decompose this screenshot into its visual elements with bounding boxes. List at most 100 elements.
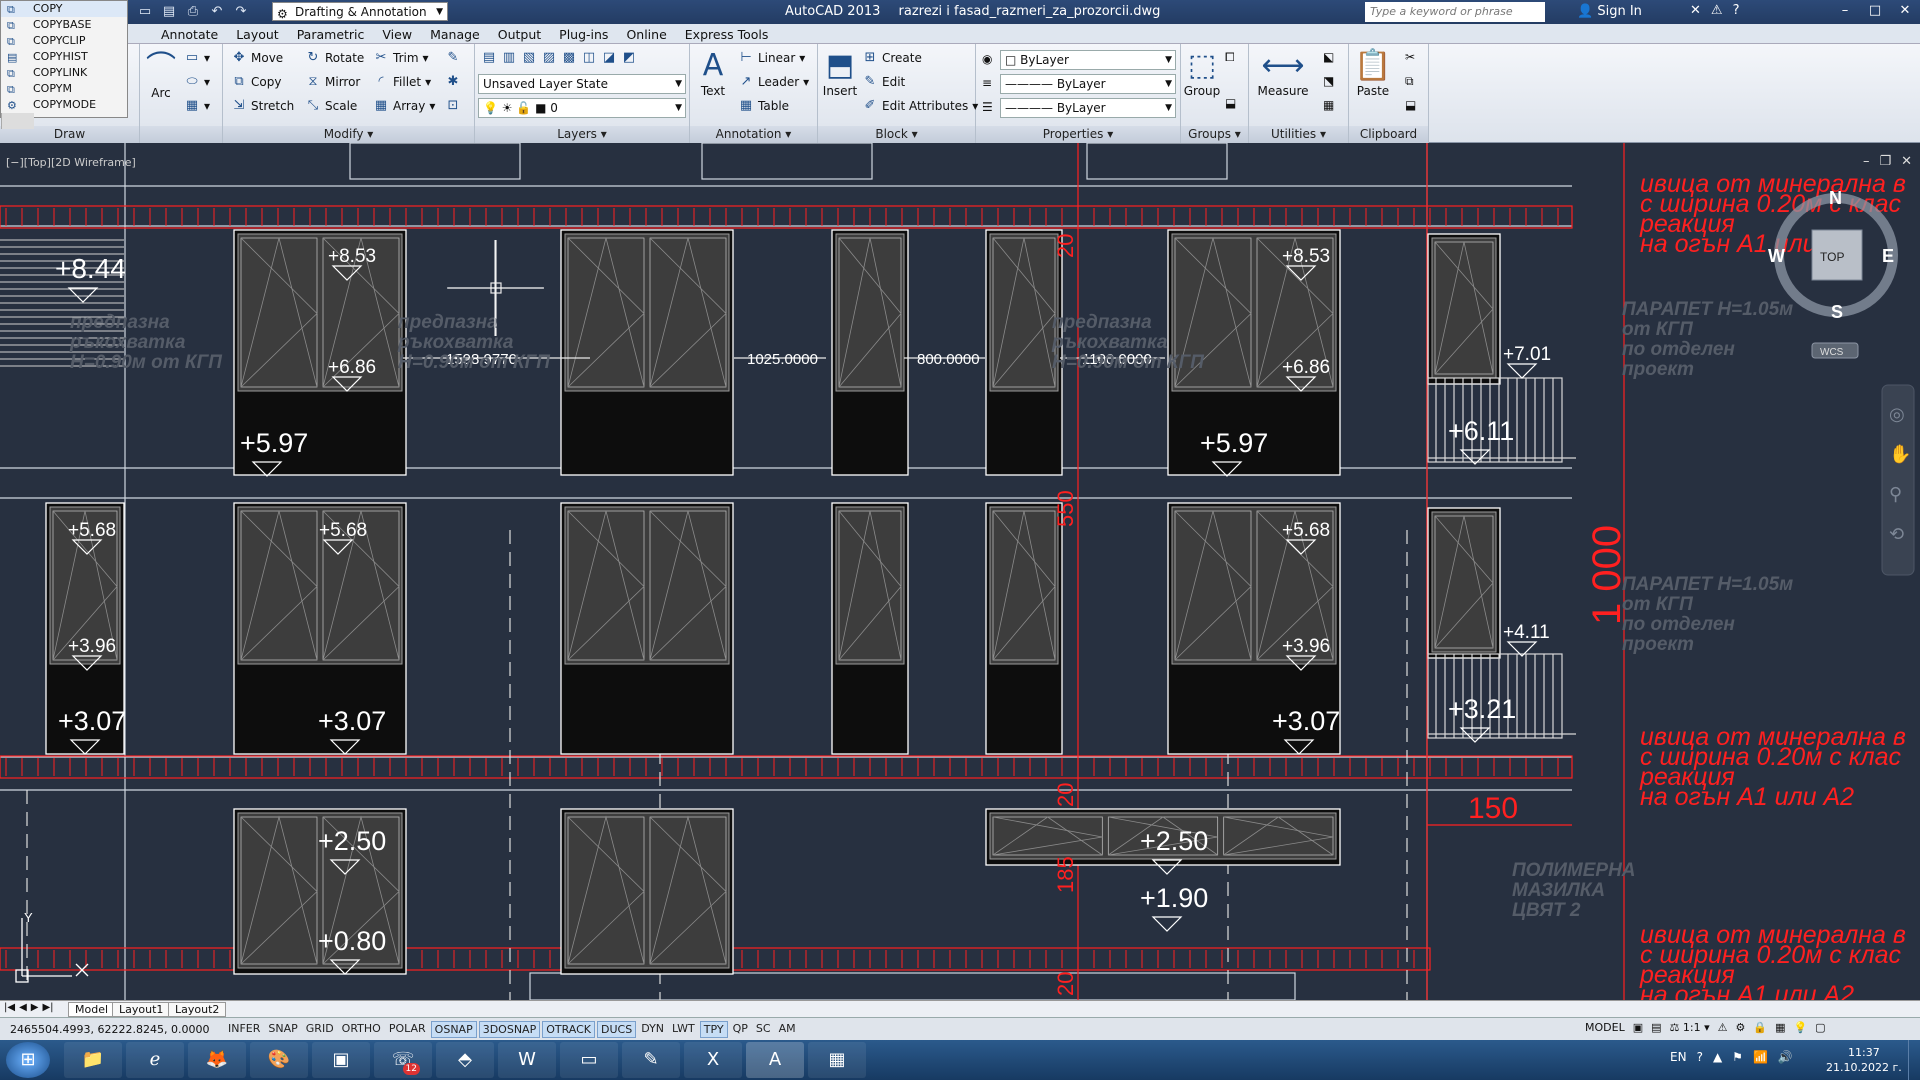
command-item[interactable]: ⧉ COPY — [1, 1, 127, 17]
word-icon[interactable]: W — [498, 1042, 556, 1078]
menu-annotate[interactable]: Annotate — [152, 27, 227, 42]
layer-walk-icon[interactable]: ◪ — [601, 50, 617, 66]
scale-button[interactable]: ⤡ Scale — [305, 98, 358, 114]
exchange-icon[interactable]: ✕ — [1690, 3, 1701, 18]
viewcube-east[interactable]: E — [1882, 246, 1894, 266]
status-toggle-otrack[interactable]: OTRACK — [542, 1021, 596, 1038]
undo-icon[interactable]: ↶ — [207, 3, 227, 21]
command-item[interactable]: ⧉ COPYLINK — [1, 65, 127, 81]
utilities-panel-title[interactable]: Utilities ▾ — [1249, 126, 1348, 143]
coordinate-readout[interactable]: 2465504.4993, 62222.8245, 0.0000 — [10, 1023, 209, 1036]
layers-panel-title[interactable]: Layers ▾ — [475, 126, 689, 143]
group-button[interactable]: ⬚ Group — [1183, 48, 1221, 98]
warning-icon[interactable]: ⚠ — [1711, 3, 1723, 18]
command-item[interactable]: ⧉ COPYBASE — [1, 17, 127, 33]
status-toggle-ducs[interactable]: DUCS — [597, 1021, 637, 1038]
zoom-icon[interactable]: ⚲ — [1889, 484, 1902, 504]
command-list-scrollbar[interactable] — [1, 113, 34, 129]
status-toggle-snap[interactable]: SNAP — [265, 1021, 300, 1038]
menu-express-tools[interactable]: Express Tools — [676, 27, 778, 42]
quick-select-icon[interactable]: ⬕ — [1323, 50, 1334, 64]
move-button[interactable]: ✥ Move — [231, 50, 284, 66]
edit-block-button[interactable]: ✎ Edit — [862, 74, 906, 90]
layer-match-icon[interactable]: ◫ — [581, 50, 597, 66]
isolate-icon[interactable]: 💡 — [1793, 1021, 1807, 1034]
paint-tool-icon[interactable]: 🎨 — [250, 1042, 308, 1078]
redo-icon[interactable]: ↷ — [231, 3, 251, 21]
arc-button[interactable]: ⌒ Arc — [142, 50, 180, 100]
copy-button[interactable]: ⧉ Copy — [231, 74, 281, 90]
block-panel-title[interactable]: Block ▾ — [818, 126, 975, 143]
cc4-icon[interactable]: ▣ — [312, 1042, 370, 1078]
ungroup-icon[interactable]: ⧠ — [1225, 50, 1235, 65]
lineweight-dropdown[interactable]: ———— ByLayer ▼ — [1000, 98, 1176, 118]
viewcube-south[interactable]: S — [1831, 302, 1843, 322]
drawing-restore-button[interactable]: ❐ — [1879, 154, 1891, 169]
annotation-panel-title[interactable]: Annotation ▾ — [690, 126, 817, 143]
menu-parametric[interactable]: Parametric — [288, 27, 374, 42]
annotation-visibility-icon[interactable]: ⚠ — [1718, 1021, 1728, 1034]
clean-screen-icon[interactable]: ▢ — [1815, 1021, 1825, 1034]
linear-button[interactable]: ⊢ Linear ▾ — [738, 50, 805, 66]
layer-state-dropdown[interactable]: Unsaved Layer State ▼ — [478, 74, 686, 94]
command-item[interactable]: ⚙ COPYMODE — [1, 97, 127, 113]
groups-panel-title[interactable]: Groups ▾ — [1181, 126, 1248, 143]
menu-manage[interactable]: Manage — [421, 27, 489, 42]
status-toggle-tpy[interactable]: TPY — [699, 1021, 728, 1038]
quick-view-drawings-icon[interactable]: ▤ — [1651, 1021, 1661, 1034]
layer-lock-icon[interactable]: ▩ — [561, 50, 577, 66]
language-indicator[interactable]: EN — [1670, 1050, 1687, 1064]
annotation-scale[interactable]: ⚖ 1:1 ▾ — [1670, 1021, 1710, 1034]
insert-button[interactable]: ⬒ Insert — [820, 48, 860, 98]
status-toggle-osnap[interactable]: OSNAP — [430, 1021, 477, 1038]
leader-button[interactable]: ↗ Leader ▾ — [738, 74, 810, 90]
command-item[interactable]: ▤ COPYHIST — [1, 49, 127, 65]
command-item[interactable]: ⧉ COPYM — [1, 81, 127, 97]
array-button[interactable]: ▦ Array ▾ — [373, 98, 436, 114]
viewcube-top-face[interactable]: TOP — [1820, 250, 1844, 264]
autocad-icon[interactable]: A — [746, 1042, 804, 1078]
select-all-icon[interactable]: ⬔ — [1323, 74, 1334, 88]
clock[interactable]: 11:37 21.10.2022 г. — [1826, 1045, 1902, 1075]
help-icon[interactable]: ? — [1733, 3, 1740, 18]
next-tab-icon[interactable]: ▶ — [31, 1002, 39, 1013]
measure-button[interactable]: ⟷ Measure — [1255, 48, 1311, 98]
print-icon[interactable]: ⎙ — [183, 3, 203, 21]
tab-model[interactable]: Model — [68, 1002, 116, 1017]
orbit-icon[interactable]: ⟲ — [1889, 524, 1904, 544]
viewcube-north[interactable]: N — [1829, 188, 1842, 208]
status-toggle-am[interactable]: AM — [776, 1021, 799, 1038]
menu-plugins[interactable]: Plug-ins — [550, 27, 617, 42]
tab-layout1[interactable]: Layout1 — [112, 1002, 171, 1017]
maximize-button[interactable]: □ — [1860, 0, 1890, 22]
text-button[interactable]: A Text — [694, 48, 732, 98]
drawing-minimize-button[interactable]: – — [1863, 154, 1870, 169]
status-toggle-dyn[interactable]: DYN — [638, 1021, 667, 1038]
modify-panel-title[interactable]: Modify ▾ — [223, 126, 474, 143]
steering-wheel-icon[interactable]: ◎ — [1889, 404, 1905, 424]
lineweight-icon[interactable]: ☰ — [982, 100, 993, 114]
acrobat-icon[interactable]: ⬘ — [436, 1042, 494, 1078]
open-icon[interactable]: ▤ — [159, 3, 179, 21]
drawing-close-button[interactable]: ✕ — [1901, 154, 1912, 169]
viber-icon[interactable]: ☏ 12 — [374, 1042, 432, 1078]
layer-prev-icon[interactable]: ◩ — [621, 50, 637, 66]
pan-icon[interactable]: ✋ — [1889, 443, 1911, 464]
model-space-button[interactable]: MODEL — [1585, 1021, 1625, 1034]
drawing-viewport[interactable]: 1598.9770 1025.0000 800.0000 1100.0000 +… — [0, 143, 1920, 1000]
image-editor-icon[interactable]: ✎ — [622, 1042, 680, 1078]
status-toggle-infer[interactable]: INFER — [225, 1021, 263, 1038]
status-toggle-qp[interactable]: QP — [730, 1021, 751, 1038]
menu-online[interactable]: Online — [617, 27, 675, 42]
clipboard-panel-title[interactable]: Clipboard — [1349, 126, 1428, 143]
calculator-icon[interactable]: ▦ — [1323, 98, 1334, 112]
workspace-dropdown[interactable]: ⚙ Drafting & Annotation ▼ — [272, 2, 448, 21]
paste-button[interactable]: 📋 Paste — [1353, 48, 1393, 98]
layer-properties-icon[interactable]: ▤ — [481, 50, 497, 66]
status-toggle-lwt[interactable]: LWT — [669, 1021, 698, 1038]
workspace-switch-icon[interactable]: ⚙ — [1735, 1021, 1745, 1034]
help-icon[interactable]: ? — [1697, 1050, 1703, 1064]
table-button[interactable]: ▦ Table — [738, 98, 789, 114]
rectangle-button[interactable]: ▭ ▾ — [184, 50, 210, 66]
close-button[interactable]: ✕ — [1890, 0, 1920, 22]
